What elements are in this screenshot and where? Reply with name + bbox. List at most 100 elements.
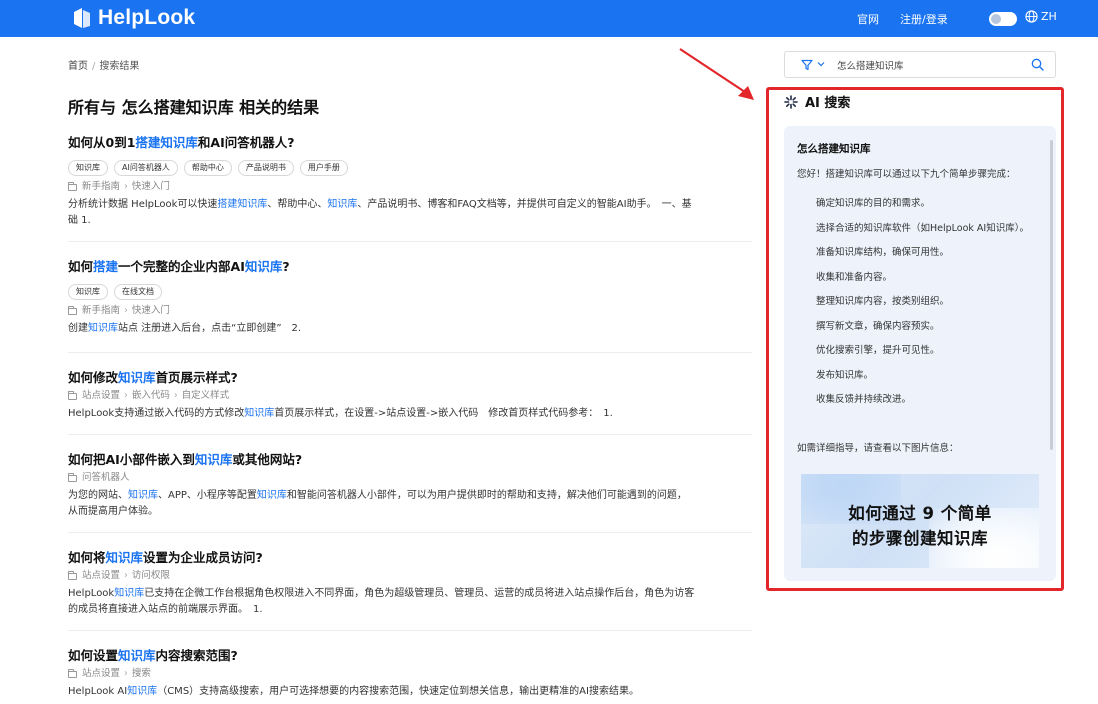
results-heading: 所有与 怎么搭建知识库 相关的结果 <box>68 98 320 117</box>
snippet-line: HelpLook AI知识库（CMS）支持高级搜索，用户可选择想要的内容搜索范围… <box>68 684 752 700</box>
breadcrumb-separator: / <box>92 61 96 72</box>
folder-icon <box>68 570 77 580</box>
search-result-item[interactable]: 如何设置知识库内容搜索范围? 站点设置 › 搜索 HelpLook AI知识库（CMS）… <box>68 631 752 704</box>
keyword-highlight: 知识库 <box>327 199 358 210</box>
result-title-link[interactable]: 如何将知识库设置为企业成员访问? <box>68 549 752 567</box>
category-label[interactable]: 嵌入代码 <box>132 389 170 403</box>
text-run: （CMS）支持高级搜索，用户可选择想要的内容搜索范围，快速定位到想关信息，输出更… <box>157 686 639 697</box>
snippet-line: HelpLook支持通过嵌入代码的方式修改知识库首页展示样式，在设置->站点设置… <box>68 406 752 422</box>
image-text-line-2: 的步骤创建知识库 <box>852 529 988 548</box>
text-run: 一个完整的企业内部AI <box>118 259 245 274</box>
snippet-line: 为您的网站、知识库、APP、小程序等配置知识库和智能问答机器人小部件，可以为用户… <box>68 488 752 504</box>
tag-chip[interactable]: 知识库 <box>68 284 108 300</box>
language-switcher[interactable]: ZH <box>1025 10 1057 23</box>
result-snippet: HelpLook支持通过嵌入代码的方式修改知识库首页展示样式，在设置->站点设置… <box>68 406 752 422</box>
category-label[interactable]: 站点设置 <box>82 667 120 681</box>
category-label[interactable]: 新手指南 <box>82 304 120 318</box>
logo-icon <box>74 8 90 28</box>
snippet-line: 创建知识库站点 注册进入后台，点击“立即创建” 2. <box>68 321 752 337</box>
top-header: HelpLook 官网 注册/登录 ZH <box>0 0 1098 37</box>
text-run: 如何修改 <box>68 370 119 385</box>
image-text-line-1: 如何通过 9 个简单 <box>848 504 992 523</box>
chevron-down-icon[interactable] <box>817 61 825 67</box>
breadcrumb-home[interactable]: 首页 <box>68 61 88 72</box>
result-title-link[interactable]: 如何把AI小部件嵌入到知识库或其他网站? <box>68 451 752 469</box>
result-title-link[interactable]: 如何修改知识库首页展示样式? <box>68 369 752 387</box>
result-title-link[interactable]: 如何设置知识库内容搜索范围? <box>68 647 752 665</box>
result-category-path: 新手指南 › 快速入门 <box>68 180 752 194</box>
tag-chip[interactable]: 帮助中心 <box>183 160 232 176</box>
search-box <box>784 51 1056 78</box>
text-run: 和智能问答机器人小部件，可以为用户提供即时的帮助和支持，解决他们可能遇到的问题， <box>286 490 687 501</box>
category-label[interactable]: 搜索 <box>132 667 151 681</box>
result-title-link[interactable]: 如何搭建一个完整的企业内部AI知识库? <box>68 258 752 276</box>
text-run: 、帮助中心、 <box>267 199 328 210</box>
tag-chip[interactable]: 在线文档 <box>114 284 162 300</box>
result-title-link[interactable]: 如何从0到1搭建知识库和AI问答机器人? <box>68 134 752 152</box>
tag-chip[interactable]: 产品说明书 <box>237 160 294 176</box>
search-result-item[interactable]: 如何将知识库设置为企业成员访问? 站点设置 › 访问权限 HelpLook知识库已支持在… <box>68 533 752 631</box>
result-snippet: HelpLook知识库已支持在企微工作台根据角色权限进入不同界面，角色为超级管理… <box>68 586 752 618</box>
result-category-path: 新手指南 › 快速入门 <box>68 304 752 318</box>
keyword-highlight: 知识库 <box>128 490 158 501</box>
keyword-highlight: 知识库 <box>114 588 145 599</box>
tag-chip[interactable]: AI问答机器人 <box>114 160 178 176</box>
result-tags: 知识库 在线文档 <box>68 284 752 300</box>
breadcrumb: 首页 / 搜索结果 <box>68 57 139 72</box>
chevron-right-icon: › <box>124 570 128 581</box>
folder-icon <box>68 181 77 191</box>
chevron-right-icon: › <box>124 181 128 192</box>
category-label[interactable]: 快速入门 <box>132 180 170 194</box>
text-run: 如何 <box>68 259 94 274</box>
nav-login-register-link[interactable]: 注册/登录 <box>900 11 948 27</box>
search-result-item[interactable]: 如何搭建一个完整的企业内部AI知识库? 知识库 在线文档 新手指南 › 快速入门 创建知识库… <box>68 242 752 353</box>
text-run: 如何把AI小部件嵌入到 <box>68 452 195 467</box>
helplook-logo[interactable]: HelpLook <box>72 6 195 30</box>
breadcrumb-current: 搜索结果 <box>99 61 140 72</box>
theme-toggle[interactable] <box>989 12 1017 26</box>
text-run: 从而提高用户体验。 <box>68 506 158 517</box>
category-label[interactable]: 自定义样式 <box>182 389 230 403</box>
category-label[interactable]: 站点设置 <box>82 389 120 403</box>
category-label[interactable]: 新手指南 <box>82 180 120 194</box>
search-input[interactable] <box>837 56 1017 74</box>
result-snippet: HelpLook AI知识库（CMS）支持高级搜索，用户可选择想要的内容搜索范围… <box>68 684 752 700</box>
category-label[interactable]: 问答机器人 <box>82 471 130 485</box>
text-run: HelpLook AI <box>68 686 128 697</box>
text-run: 如何从0到1 <box>68 135 136 150</box>
text-run: ? <box>282 259 290 274</box>
nav-official-site-link[interactable]: 官网 <box>857 11 879 27</box>
category-label[interactable]: 访问权限 <box>132 569 170 583</box>
snippet-line: 础 1. <box>68 213 752 229</box>
result-snippet: 分析统计数据 HelpLook可以快速搭建知识库、帮助中心、知识库、产品说明书、… <box>68 197 752 229</box>
tag-chip[interactable]: 知识库 <box>68 160 108 176</box>
chevron-right-icon: › <box>124 668 128 679</box>
keyword-highlight: 知识库 <box>244 259 283 274</box>
result-snippet: 创建知识库站点 注册进入后台，点击“立即创建” 2. <box>68 321 752 337</box>
category-label[interactable]: 快速入门 <box>132 304 170 318</box>
text-run: 如何将 <box>68 550 106 565</box>
text-run: 础 1. <box>68 215 91 226</box>
search-result-item[interactable]: 如何把AI小部件嵌入到知识库或其他网站? 问答机器人 为您的网站、知识库、APP、小… <box>68 435 752 533</box>
search-result-item[interactable]: 如何从0到1搭建知识库和AI问答机器人? 知识库 AI问答机器人 帮助中心 产品说明书用… <box>68 134 752 242</box>
toggle-knob <box>991 14 1001 24</box>
keyword-highlight: 知识库 <box>244 408 275 419</box>
search-icon[interactable] <box>1031 58 1044 71</box>
result-tags: 知识库 AI问答机器人 帮助中心 产品说明书 用户手册 <box>68 160 752 176</box>
logo-text: HelpLook <box>98 6 196 29</box>
keyword-highlight: 知识库 <box>118 648 156 663</box>
keyword-highlight: 搭建知识库 <box>217 199 268 210</box>
search-result-item[interactable]: 如何修改知识库首页展示样式? 站点设置 › 嵌入代码 › 自定义样式 HelpLook支持通… <box>68 353 752 435</box>
text-run: 分析统计数据 HelpLook可以快速 <box>68 199 218 210</box>
folder-icon <box>68 668 77 678</box>
text-run: 或其他网站? <box>232 452 303 467</box>
tag-chip[interactable]: 用户手册 <box>299 160 348 176</box>
globe-icon <box>1025 10 1038 23</box>
text-run: 设置为企业成员访问? <box>143 550 263 565</box>
filter-icon[interactable] <box>801 59 813 71</box>
text-run: 如何设置 <box>68 648 119 663</box>
result-category-path: 站点设置 › 搜索 <box>68 667 752 681</box>
snippet-line: 的成员将直接进入站点的前端展示界面。 1. <box>68 602 752 618</box>
category-label[interactable]: 站点设置 <box>82 569 120 583</box>
folder-icon <box>68 390 77 400</box>
